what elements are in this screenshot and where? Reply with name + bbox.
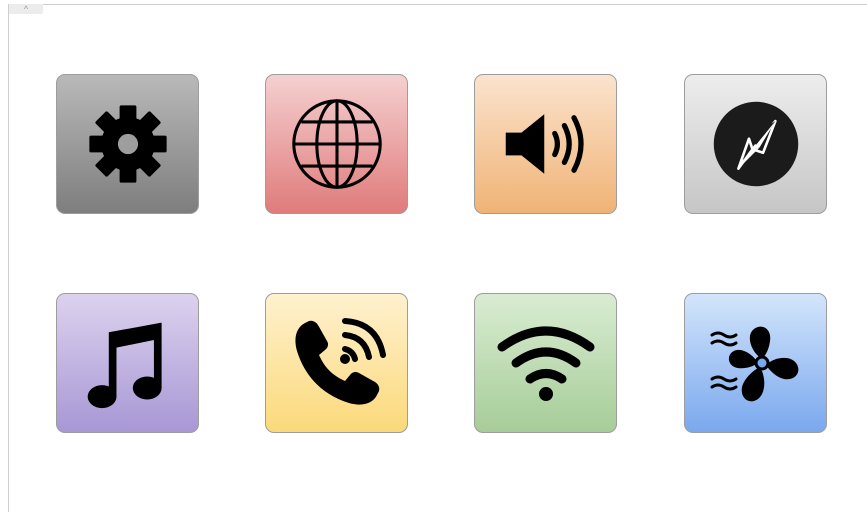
- wifi-icon: [497, 326, 594, 401]
- gear-icon: [88, 105, 167, 183]
- settings-tile[interactable]: [56, 74, 199, 214]
- phone-call-icon: [294, 318, 386, 405]
- fan-tile[interactable]: [684, 293, 827, 433]
- globe-icon: [291, 99, 382, 189]
- music-note-icon: [87, 322, 162, 409]
- compass-tile[interactable]: [684, 74, 827, 214]
- music-tile[interactable]: [56, 293, 199, 433]
- compass-icon: [713, 101, 798, 187]
- phone-tile[interactable]: [265, 293, 408, 433]
- collapse-toggle[interactable]: ^: [9, 4, 43, 14]
- sound-tile[interactable]: [474, 74, 617, 214]
- wifi-tile[interactable]: [474, 293, 617, 433]
- chevron-up-icon: ^: [23, 4, 29, 14]
- speaker-icon: [505, 114, 584, 174]
- fan-icon: [710, 326, 798, 402]
- globe-tile[interactable]: [265, 74, 408, 214]
